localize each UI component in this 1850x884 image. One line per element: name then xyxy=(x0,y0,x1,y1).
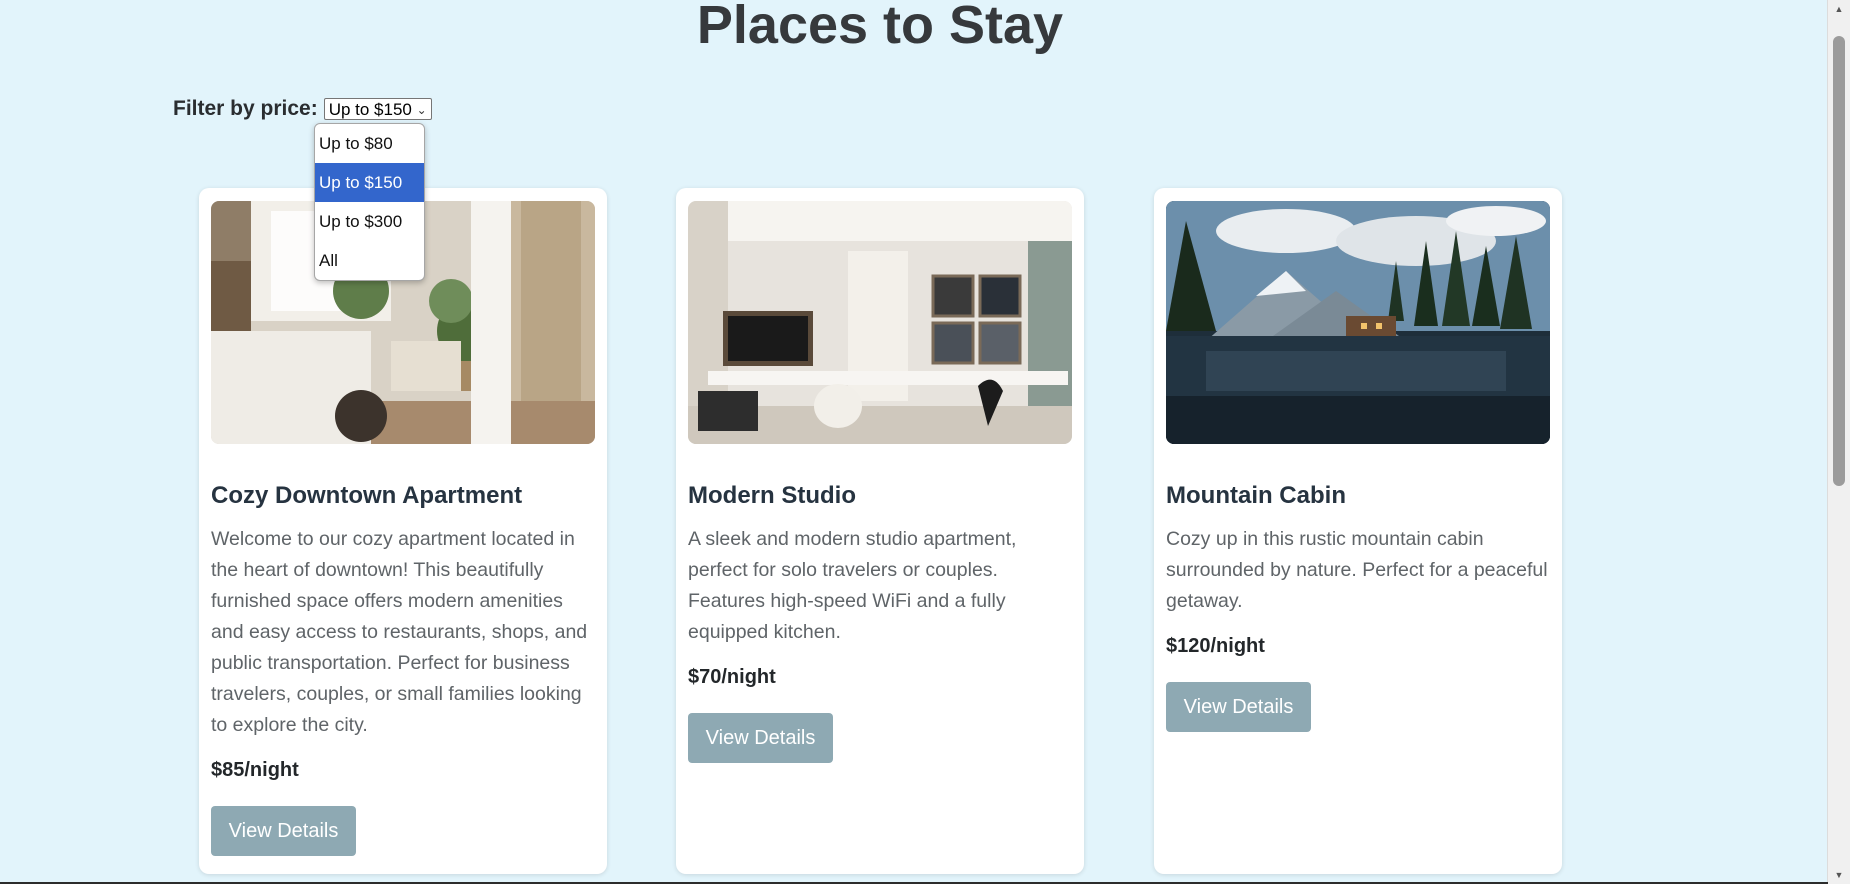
listing-price: $70/night xyxy=(688,666,776,688)
vertical-scrollbar[interactable]: ▲ ▼ xyxy=(1827,0,1850,884)
filter-label: Filter by price: xyxy=(173,97,318,120)
listing-description: Welcome to our cozy apartment located in… xyxy=(211,528,588,736)
option-up-to-80[interactable]: Up to $80 xyxy=(315,124,424,163)
view-details-button[interactable]: View Details xyxy=(1166,682,1311,732)
listing-title: Modern Studio xyxy=(688,482,856,509)
listing-card: Mountain Cabin Cozy up in this rustic mo… xyxy=(1154,188,1562,874)
scroll-up-arrow-icon[interactable]: ▲ xyxy=(1828,4,1850,14)
option-all[interactable]: All xyxy=(315,241,424,280)
listing-image xyxy=(688,201,1072,444)
scrollbar-thumb[interactable] xyxy=(1833,36,1845,486)
listing-image xyxy=(1166,201,1550,444)
listing-card: Cozy Downtown Apartment Welcome to our c… xyxy=(199,188,607,874)
page-title: Places to Stay xyxy=(696,0,1064,55)
listing-title: Cozy Downtown Apartment xyxy=(211,482,523,509)
view-details-button[interactable]: View Details xyxy=(688,713,833,763)
price-filter-dropdown: Up to $80 Up to $150 Up to $300 All xyxy=(314,123,425,281)
listing-price: $85/night xyxy=(211,759,299,781)
studio-photo xyxy=(688,201,1072,444)
price-filter-select[interactable]: Up to $150 ⌄ xyxy=(323,98,432,120)
listing-description: Cozy up in this rustic mountain cabin su… xyxy=(1166,528,1548,612)
view-details-button[interactable]: View Details xyxy=(211,806,356,856)
option-up-to-300[interactable]: Up to $300 xyxy=(315,202,424,241)
cabin-photo xyxy=(1166,201,1550,444)
price-filter-selected-value: Up to $150 xyxy=(328,100,412,119)
chevron-down-icon: ⌄ xyxy=(416,103,427,117)
option-up-to-150[interactable]: Up to $150 xyxy=(315,163,424,202)
listing-title: Mountain Cabin xyxy=(1166,482,1346,509)
listing-price: $120/night xyxy=(1166,635,1265,657)
price-filter: Filter by price: Up to $150 ⌄ xyxy=(173,97,432,121)
listing-card: Modern Studio A sleek and modern studio … xyxy=(676,188,1084,874)
listing-description: A sleek and modern studio apartment, per… xyxy=(688,528,1017,643)
scroll-down-arrow-icon[interactable]: ▼ xyxy=(1828,870,1850,880)
page: Places to Stay Filter by price: Up to $1… xyxy=(0,0,1850,884)
